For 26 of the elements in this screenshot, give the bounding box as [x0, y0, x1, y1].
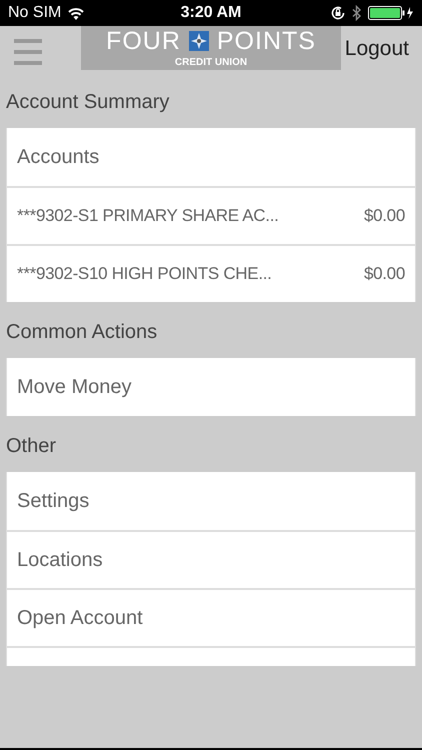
- menu-row[interactable]: Open Account: [7, 588, 415, 646]
- wifi-icon: [67, 6, 86, 20]
- carrier-label: No SIM: [8, 3, 62, 23]
- menu-row[interactable]: Move Money: [7, 358, 415, 416]
- section-heading: Other: [5, 434, 58, 459]
- menu-icon[interactable]: [14, 39, 42, 65]
- account-balance: $0.00: [364, 205, 405, 228]
- logo-word: FOUR: [106, 28, 181, 54]
- account-name: ***9302-S10 HIGH POINTS CHE...: [17, 263, 272, 286]
- logo-subtitle: CREDIT UNION: [174, 58, 248, 68]
- compass-star-icon: [188, 31, 209, 51]
- battery-icon: [368, 6, 414, 20]
- account-name: ***9302-S1 PRIMARY SHARE AC...: [17, 205, 279, 228]
- menu-row[interactable]: Accounts: [7, 128, 415, 186]
- rotation-lock-icon: [330, 5, 346, 21]
- account-row[interactable]: ***9302-S1 PRIMARY SHARE AC... $0.00: [7, 186, 415, 244]
- account-row[interactable]: ***9302-S10 HIGH POINTS CHE... $0.00: [7, 244, 415, 302]
- logo-word: POINTS: [216, 28, 316, 54]
- section-heading: Account Summary: [5, 90, 170, 115]
- section-heading: Common Actions: [5, 320, 158, 345]
- bluetooth-icon: [352, 5, 362, 21]
- logout-button[interactable]: Logout: [344, 38, 409, 59]
- menu-row[interactable]: Settings: [7, 472, 415, 530]
- clock-label: 3:20 AM: [180, 3, 242, 23]
- account-balance: $0.00: [364, 263, 405, 286]
- menu-row[interactable]: Locations: [7, 530, 415, 588]
